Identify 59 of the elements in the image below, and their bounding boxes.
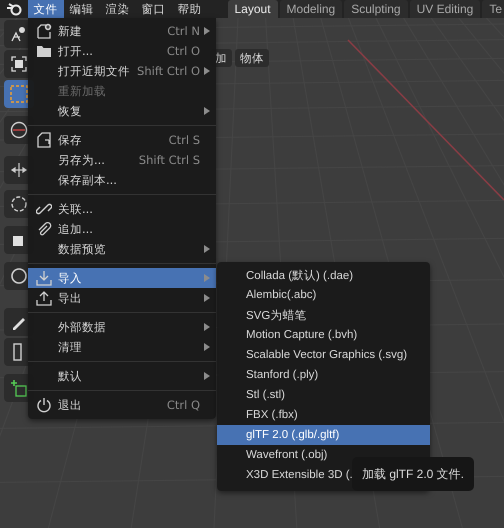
- new-file-icon: [36, 23, 52, 39]
- menu-entry[interactable]: Stanford (.ply): [217, 365, 430, 385]
- dashed-square-icon: [10, 85, 28, 103]
- submenu-arrow-icon: [204, 67, 210, 75]
- menu-entry[interactable]: 退出 Ctrl Q: [28, 395, 216, 415]
- menu-item[interactable]: 渲染: [100, 0, 136, 18]
- target-circle-icon: [10, 121, 28, 139]
- submenu-arrow-icon: [204, 245, 210, 253]
- menu-entry[interactable]: Motion Capture (.bvh): [217, 325, 430, 345]
- workspace-tab[interactable]: Sculpting: [344, 0, 408, 18]
- menu-item[interactable]: 窗口: [136, 0, 172, 18]
- menu-entry[interactable]: Stl (.stl): [217, 385, 430, 405]
- menu-item[interactable]: 文件: [28, 0, 64, 18]
- menu-item[interactable]: 帮助: [172, 0, 208, 18]
- circle-icon: [10, 267, 28, 285]
- tooltip: 加载 glTF 2.0 文件.: [352, 457, 474, 491]
- menu-entry[interactable]: Alembic(.abc): [217, 285, 430, 305]
- menu-entry[interactable]: 外部数据: [28, 317, 216, 337]
- menu-entry[interactable]: 数据预览: [28, 239, 216, 259]
- submenu-arrow-icon: [204, 323, 210, 331]
- folder-icon: [36, 44, 52, 58]
- menu-entry[interactable]: 新建 Ctrl N: [28, 21, 216, 41]
- workspace-tab[interactable]: Layout: [228, 0, 278, 18]
- menu-entry[interactable]: glTF 2.0 (.glb/.gltf): [217, 425, 430, 445]
- menu-entry[interactable]: 恢复: [28, 101, 216, 121]
- person-light-icon: [10, 26, 28, 42]
- menu-entry[interactable]: 导出: [28, 288, 216, 308]
- cube-plus-icon: [10, 379, 28, 397]
- link-icon: [36, 201, 52, 217]
- submenu-arrow-icon: [204, 274, 210, 282]
- move-arrows-icon: [10, 161, 28, 179]
- workspace-tab[interactable]: Modeling: [280, 0, 342, 18]
- menu-entry[interactable]: 追加...: [28, 219, 216, 239]
- frame-square-icon: [11, 56, 27, 72]
- menu-entry[interactable]: 另存为... Shift Ctrl S: [28, 150, 216, 170]
- menu-entry[interactable]: FBX (.fbx): [217, 405, 430, 425]
- menu-entry[interactable]: Scalable Vector Graphics (.svg): [217, 345, 430, 365]
- menu-entry[interactable]: 默认: [28, 366, 216, 386]
- menu-entry[interactable]: SVG为蜡笔: [217, 305, 430, 325]
- menu-entry[interactable]: 保存 Ctrl S: [28, 130, 216, 150]
- power-icon: [36, 397, 52, 413]
- menu-entry[interactable]: 导入: [28, 268, 216, 288]
- menu-item[interactable]: 编辑: [64, 0, 100, 18]
- menu-entry[interactable]: 保存副本...: [28, 170, 216, 190]
- menu-entry[interactable]: 清理: [28, 337, 216, 357]
- submenu-arrow-icon: [204, 372, 210, 380]
- header-menu-button[interactable]: 物体: [235, 49, 269, 67]
- workspace-tab[interactable]: UV Editing: [410, 0, 480, 18]
- menu-entry[interactable]: 关联...: [28, 199, 216, 219]
- submenu-arrow-icon: [204, 107, 210, 115]
- workspace-tab[interactable]: Te: [482, 0, 504, 18]
- submenu-arrow-icon: [204, 294, 210, 302]
- save-icon: [36, 132, 52, 148]
- menu-entry[interactable]: Collada (默认) (.dae): [217, 265, 430, 285]
- submenu-arrow-icon: [204, 27, 210, 35]
- download-icon: [36, 270, 52, 286]
- paperclip-icon: [36, 221, 52, 237]
- submenu-arrow-icon: [204, 343, 210, 351]
- upload-icon: [36, 290, 52, 306]
